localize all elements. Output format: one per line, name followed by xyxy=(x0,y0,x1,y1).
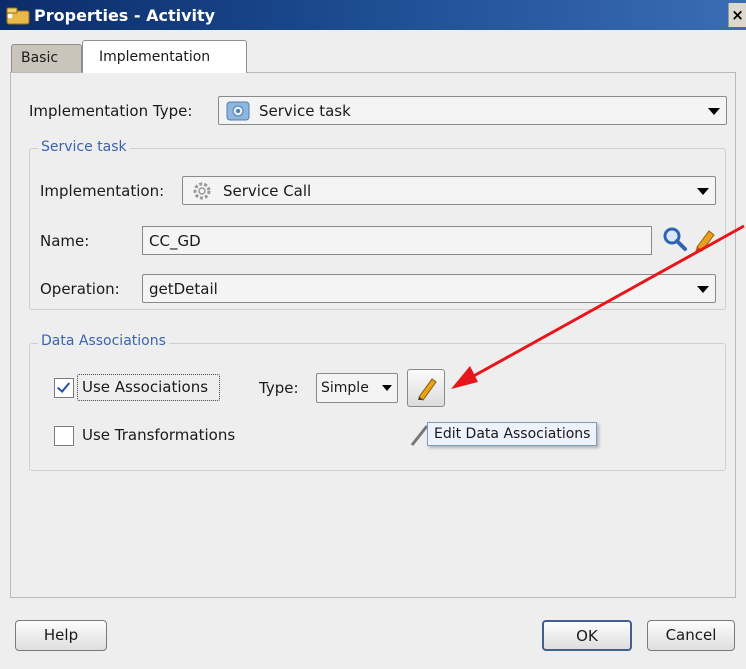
service-task-group-title: Service task xyxy=(38,139,130,155)
title-bar[interactable]: Properties - Activity × xyxy=(0,0,746,30)
check-mark-icon xyxy=(56,379,71,393)
data-associations-group xyxy=(29,343,726,471)
edit-data-associations-button[interactable] xyxy=(407,369,445,407)
edit-pencil-icon[interactable] xyxy=(691,225,717,253)
tab-basic[interactable]: Basic xyxy=(11,44,82,73)
search-icon[interactable] xyxy=(661,225,689,253)
operation-label: Operation: xyxy=(40,280,120,298)
implementation-select[interactable]: Service Call xyxy=(182,176,716,205)
type-label: Type: xyxy=(259,379,299,397)
operation-value: getDetail xyxy=(149,280,218,298)
implementation-label: Implementation: xyxy=(40,182,165,200)
data-associations-group-title: Data Associations xyxy=(38,333,169,349)
implementation-type-label: Implementation Type: xyxy=(29,102,193,120)
name-value: CC_GD xyxy=(149,232,201,250)
type-value: Simple xyxy=(321,380,369,396)
operation-select[interactable]: getDetail xyxy=(142,274,716,303)
close-button[interactable]: × xyxy=(728,3,746,27)
cancel-button[interactable]: Cancel xyxy=(647,620,735,651)
edit-data-associations-tooltip: Edit Data Associations xyxy=(427,422,598,446)
use-transformations-label[interactable]: Use Transformations xyxy=(82,426,235,444)
name-label: Name: xyxy=(40,232,90,250)
help-button[interactable]: Help xyxy=(15,620,107,651)
implementation-type-value: Service task xyxy=(259,102,351,120)
pencil-icon xyxy=(418,378,437,401)
window-title: Properties - Activity xyxy=(34,6,216,25)
chevron-down-icon xyxy=(697,188,709,195)
tab-implementation[interactable]: Implementation xyxy=(82,40,247,73)
properties-dialog: Properties - Activity × Basic Implementa… xyxy=(0,0,746,669)
properties-icon xyxy=(6,7,30,25)
implementation-panel: Implementation Type: Service task Servic… xyxy=(10,72,736,598)
implementation-value: Service Call xyxy=(223,182,312,200)
type-select[interactable]: Simple xyxy=(316,373,398,403)
service-task-icon xyxy=(226,101,250,121)
chevron-down-icon xyxy=(708,108,720,115)
ok-button[interactable]: OK xyxy=(542,620,632,651)
use-associations-checkbox[interactable] xyxy=(54,378,74,398)
gear-icon xyxy=(193,182,211,200)
chevron-down-icon xyxy=(382,385,392,391)
use-transformations-checkbox[interactable] xyxy=(54,426,74,446)
use-associations-label[interactable]: Use Associations xyxy=(82,378,208,396)
chevron-down-icon xyxy=(697,286,709,293)
name-field[interactable]: CC_GD xyxy=(142,226,652,255)
implementation-type-select[interactable]: Service task xyxy=(218,96,727,125)
